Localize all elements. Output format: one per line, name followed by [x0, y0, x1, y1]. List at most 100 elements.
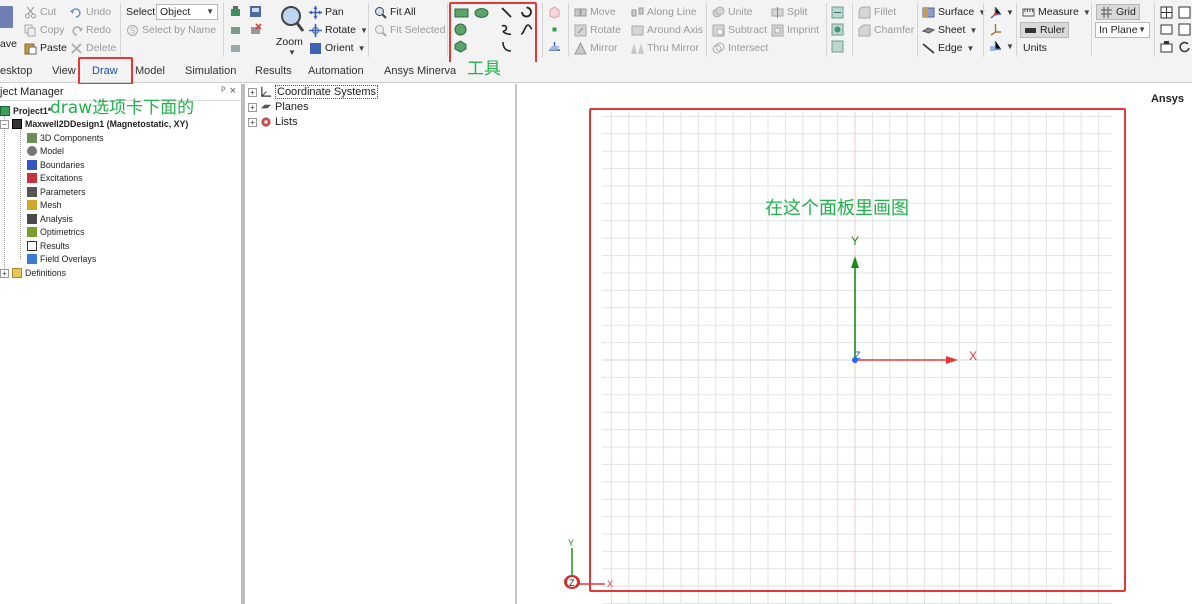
tree-item-3d-components[interactable]: 3D Components [27, 132, 104, 144]
unite-button[interactable]: Unite [712, 4, 753, 20]
refresh-icon[interactable] [1178, 40, 1191, 53]
definitions-label: Definitions [25, 268, 67, 278]
ruler-toggle[interactable]: Ruler [1020, 22, 1070, 38]
modeler-viewport[interactable]: Y X Z Y X Z Ansys [517, 84, 1192, 604]
snap-center-icon[interactable] [1178, 6, 1191, 19]
tab-ansys-minerva[interactable]: Ansys Minerva [384, 65, 456, 77]
save-button[interactable]: ave [0, 2, 18, 54]
measure-label: Measure [1038, 6, 1079, 18]
select-mode-dropdown[interactable]: Object ▼ [156, 4, 218, 20]
tab-model[interactable]: Model [135, 65, 165, 77]
expand-icon[interactable]: + [0, 268, 9, 278]
thru-mirror-button[interactable]: Thru Mirror [631, 40, 699, 56]
tree-project[interactable]: Project1* [0, 105, 51, 117]
tree-item-mesh[interactable]: Mesh [27, 199, 62, 211]
split-button[interactable]: Split [771, 4, 807, 20]
redo-button[interactable]: Redo [70, 22, 111, 38]
tree-item-model[interactable]: Model [27, 145, 64, 157]
tree-item-field-overlays[interactable]: Field Overlays [27, 253, 96, 265]
sweep-icon[interactable] [831, 6, 844, 19]
sheet-menu[interactable]: Sheet ▼ [922, 22, 977, 38]
tab-view[interactable]: View [52, 65, 76, 77]
tree-item-excitations[interactable]: Excitations [27, 172, 83, 184]
save-label: ave [0, 38, 17, 50]
tree-item-results[interactable]: Results [27, 240, 69, 252]
show-icon[interactable] [229, 23, 242, 36]
draw-box-icon[interactable] [548, 6, 561, 19]
ribbon: ave Cut Copy Paste Undo Redo Delete Sele… [0, 0, 1192, 73]
snap-edge-icon[interactable] [1160, 40, 1173, 53]
snap-grid-icon[interactable] [1160, 6, 1173, 19]
measure-menu[interactable]: Measure ▼ [1022, 4, 1091, 20]
mirror-label: Mirror [590, 42, 618, 54]
panel-splitter[interactable] [241, 84, 245, 604]
imprint-button[interactable]: Imprint [771, 22, 819, 38]
delete-button[interactable]: Delete [70, 40, 116, 56]
render-icon[interactable] [249, 5, 262, 18]
subtract-button[interactable]: Subtract [712, 22, 767, 38]
tab-simulation[interactable]: Simulation [185, 65, 236, 77]
expand-icon[interactable]: + [248, 87, 257, 97]
mirror-button[interactable]: Mirror [574, 40, 617, 56]
cut-button[interactable]: Cut [24, 4, 56, 20]
tree-coordinate-systems[interactable]: + Coordinate Systems [248, 85, 379, 99]
chamfer-button[interactable]: Chamfer [858, 22, 914, 38]
fit-all-button[interactable]: Fit All [374, 4, 416, 20]
plot-icon[interactable] [229, 5, 242, 18]
tree-item-analysis[interactable]: Analysis [27, 213, 73, 225]
tree-item-boundaries[interactable]: Boundaries [27, 159, 85, 171]
snap-quadrant-icon[interactable] [1178, 23, 1191, 36]
tree-design[interactable]: − Maxwell2DDesign1 (Magnetostatic, XY) [0, 118, 188, 130]
around-axis-button[interactable]: Around Axis [631, 22, 703, 38]
rotate-view-button[interactable]: Rotate ▼ [309, 22, 368, 38]
paste-button[interactable]: Paste [24, 40, 67, 56]
edge-menu[interactable]: Edge ▼ [922, 40, 974, 56]
face-cs-icon[interactable] [989, 40, 1002, 53]
move-button[interactable]: Move [574, 4, 616, 20]
connect-icon[interactable] [831, 23, 844, 36]
grid-toggle[interactable]: Grid [1096, 4, 1140, 20]
tab-automation[interactable]: Automation [308, 65, 364, 77]
chevron-down-icon[interactable]: ▼ [1006, 42, 1014, 51]
cover-icon[interactable] [831, 40, 844, 53]
undo-button[interactable]: Undo [70, 4, 111, 20]
delete-label: Delete [86, 42, 117, 54]
snap-vertex-icon[interactable] [1160, 23, 1173, 36]
pin-icon[interactable]: ᵖ [221, 85, 225, 96]
fit-selected-button[interactable]: Fit Selected [374, 22, 445, 38]
intersect-button[interactable]: Intersect [712, 40, 768, 56]
relative-cs-icon[interactable] [989, 23, 1002, 36]
tab-results[interactable]: Results [255, 65, 292, 77]
tree-lists[interactable]: + Lists [248, 115, 298, 129]
fillet-button[interactable]: Fillet [858, 4, 896, 20]
grid-plane-dropdown[interactable]: In Plane ▼ [1095, 22, 1150, 38]
chamfer-label: Chamfer [874, 24, 915, 36]
tree-definitions[interactable]: + Definitions [0, 267, 66, 279]
close-icon[interactable]: × [230, 85, 236, 97]
orient-button[interactable]: Orient ▼ [309, 40, 366, 56]
expand-icon[interactable]: + [248, 102, 257, 112]
pan-button[interactable]: Pan [309, 4, 344, 20]
tab-desktop[interactable]: esktop [0, 65, 32, 77]
paste-label: Paste [40, 42, 67, 54]
tree-planes[interactable]: + Planes [248, 100, 309, 114]
rotate-object-icon [574, 24, 587, 37]
remove-icon[interactable] [249, 23, 262, 36]
collapse-icon[interactable]: − [0, 119, 9, 129]
surface-menu[interactable]: Surface ▼ [922, 4, 986, 20]
units-button[interactable]: Units [1023, 40, 1047, 56]
hide-icon[interactable] [229, 41, 242, 54]
chevron-down-icon[interactable]: ▼ [1006, 8, 1014, 17]
plane-icon[interactable] [548, 40, 561, 53]
redo-label: Redo [86, 24, 112, 36]
expand-icon[interactable]: + [248, 117, 257, 127]
copy-button[interactable]: Copy [24, 22, 65, 38]
point-icon[interactable] [548, 23, 561, 36]
along-line-button[interactable]: Along Line [631, 4, 697, 20]
coordinate-system-icon[interactable] [989, 6, 1002, 19]
tree-item-optimetrics[interactable]: Optimetrics [27, 226, 84, 238]
select-by-name-button[interactable]: S Select by Name [126, 22, 216, 38]
tree-item-parameters[interactable]: Parameters [27, 186, 85, 198]
rotate-object-button[interactable]: Rotate [574, 22, 621, 38]
zoom-button[interactable]: Zoom ▼ [275, 4, 307, 58]
